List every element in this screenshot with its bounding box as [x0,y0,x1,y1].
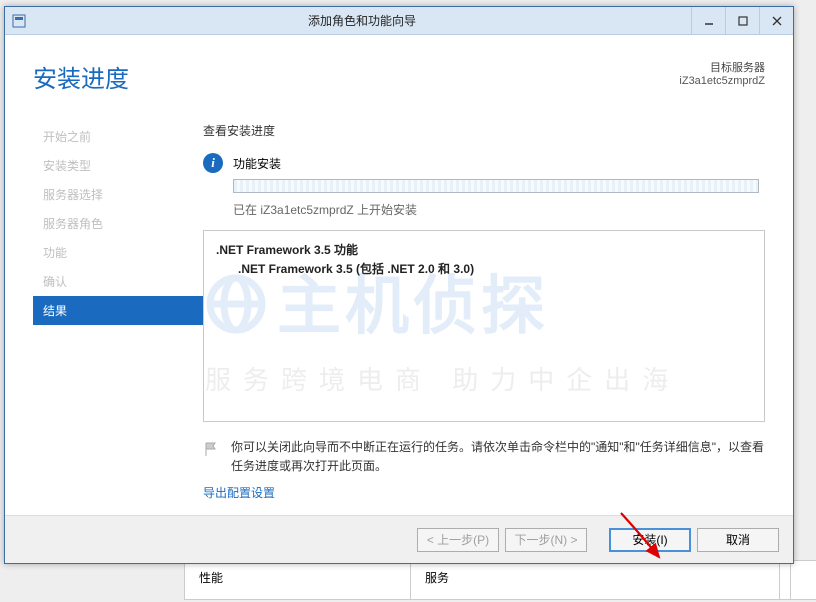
sidebar-step-4: 功能 [33,238,203,267]
page-title: 安装进度 [33,59,129,94]
close-button[interactable] [759,7,793,34]
wizard-window: 添加角色和功能向导 主机侦探 服务跨境电商 助力中企出海 安装进度 目标服务器 … [4,6,794,564]
sidebar-step-5: 确认 [33,267,203,296]
destination-server: 目标服务器 iZ3a1etc5zmprdZ [679,59,765,87]
sidebar-step-6: 结果 [33,296,203,325]
sidebar-step-1: 安装类型 [33,151,203,180]
close-note-text: 你可以关闭此向导而不中断正在运行的任务。请依次单击命令栏中的"通知"和"任务详细… [231,438,765,476]
status-text: 功能安装 [233,155,281,172]
export-config-link[interactable]: 导出配置设置 [203,484,765,501]
sidebar-step-3: 服务器角色 [33,209,203,238]
flag-icon [203,441,221,476]
sidebar-step-0: 开始之前 [33,122,203,151]
titlebar: 添加角色和功能向导 [5,7,793,35]
minimize-button[interactable] [691,7,725,34]
bg-svc-label: 服务 [425,569,765,586]
features-list: .NET Framework 3.5 功能 .NET Framework 3.5… [203,230,765,422]
sidebar-step-2: 服务器选择 [33,180,203,209]
window-title: 添加角色和功能向导 [33,12,691,29]
wizard-steps-sidebar: 开始之前安装类型服务器选择服务器角色功能确认结果 [33,122,203,501]
feature-root: .NET Framework 3.5 功能 [216,241,752,260]
install-button[interactable]: 安装(I) [609,528,691,552]
previous-button: < 上一步(P) [417,528,499,552]
next-button: 下一步(N) > [505,528,587,552]
view-progress-label: 查看安装进度 [203,122,765,139]
maximize-button[interactable] [725,7,759,34]
info-icon: i [203,153,223,173]
started-on-text: 已在 iZ3a1etc5zmprdZ 上开始安装 [233,201,765,218]
cancel-button[interactable]: 取消 [697,528,779,552]
install-progress-bar [233,179,759,193]
feature-child: .NET Framework 3.5 (包括 .NET 2.0 和 3.0) [238,260,752,279]
app-icon [5,14,33,28]
wizard-footer: < 上一步(P) 下一步(N) > 安装(I) 取消 [5,515,793,563]
